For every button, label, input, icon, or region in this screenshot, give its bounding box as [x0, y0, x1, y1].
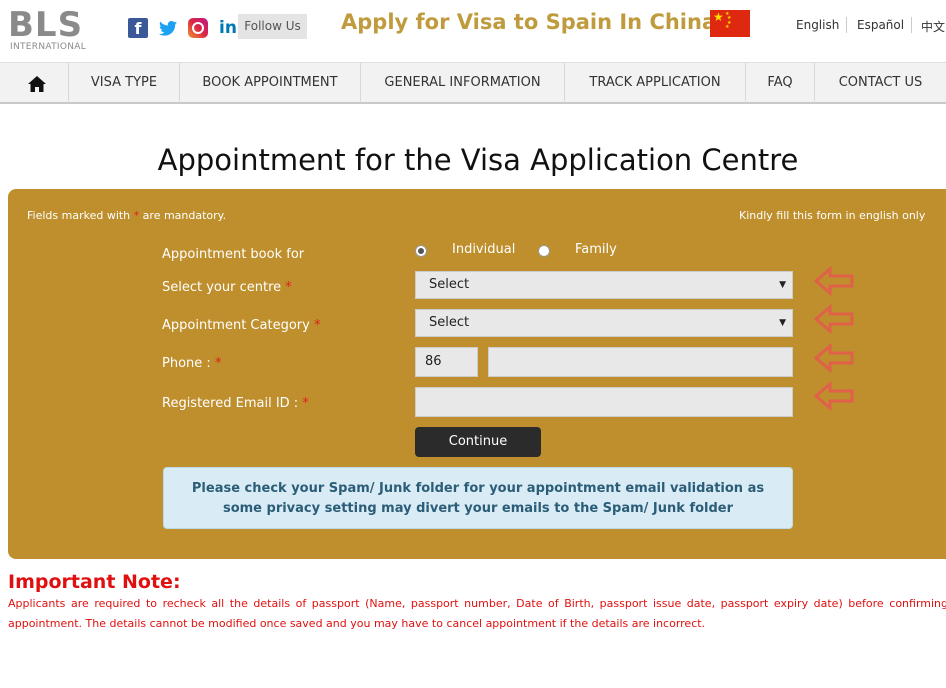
main-nav: VISA TYPE BOOK APPOINTMENT GENERAL INFOR… [0, 62, 946, 104]
lang-espanol[interactable]: Español [857, 18, 904, 32]
appointment-form: Fields marked with * are mandatory. Kind… [8, 189, 946, 559]
twitter-icon[interactable] [158, 18, 178, 38]
english-only-note: Kindly fill this form in english only [739, 209, 926, 222]
spam-info-line: Please check your Spam/ Junk folder for … [191, 481, 765, 496]
important-note-title: Important Note: [8, 571, 181, 593]
page-title: Appointment for the Visa Application Cen… [157, 143, 799, 177]
dropdown-caret-icon: ▼ [779, 280, 786, 290]
radio-family-label[interactable]: Family [575, 242, 617, 257]
email-label: Registered Email ID : * [162, 396, 309, 411]
radio-family[interactable] [538, 245, 550, 257]
email-input[interactable] [415, 387, 793, 417]
phone-number-input[interactable] [488, 347, 793, 377]
nav-general-information[interactable]: GENERAL INFORMATION [361, 63, 565, 103]
continue-button[interactable]: Continue [415, 427, 541, 457]
mandatory-note-text: are mandatory. [142, 209, 227, 222]
lang-chinese[interactable]: 中文 [921, 18, 945, 35]
nav-faq[interactable]: FAQ [746, 63, 815, 103]
left-arrow-icon [814, 304, 854, 334]
required-star: * [133, 209, 140, 222]
left-arrow-icon [814, 343, 854, 373]
nav-contact-us[interactable]: CONTACT US [815, 63, 946, 103]
category-select[interactable]: Select ▼ [415, 309, 793, 337]
phone-label-text: Phone : [162, 356, 211, 371]
china-flag-icon: ★ ★ ★ ★ ★ [710, 10, 750, 37]
phone-code-input[interactable]: 86 [415, 347, 478, 377]
site-title: Apply for Visa to Spain In China [341, 10, 717, 34]
required-star: * [313, 318, 321, 333]
spam-info-line: some privacy setting may divert your ema… [222, 501, 734, 516]
facebook-icon[interactable]: f [128, 18, 148, 38]
top-header: BLS INTERNATIONAL f in Follow Us Apply f… [0, 0, 946, 62]
centre-select-value: Select [429, 277, 470, 292]
phone-label: Phone : * [162, 356, 221, 371]
follow-us-label: Follow Us [238, 14, 307, 39]
instagram-icon[interactable] [188, 18, 208, 38]
left-arrow-icon [814, 381, 854, 411]
home-icon [28, 76, 46, 92]
logo-subtext: INTERNATIONAL [10, 42, 87, 52]
mandatory-note: Fields marked with * are mandatory. [27, 209, 226, 222]
centre-label: Select your centre * [162, 280, 292, 295]
book-for-label: Appointment book for [162, 247, 305, 262]
required-star: * [214, 356, 222, 371]
dropdown-caret-icon: ▼ [779, 318, 786, 328]
radio-individual-label[interactable]: Individual [452, 242, 515, 257]
centre-label-text: Select your centre [162, 280, 282, 295]
left-arrow-icon [814, 266, 854, 296]
nav-home[interactable] [0, 63, 69, 103]
lang-english[interactable]: English [796, 18, 839, 32]
required-star: * [302, 396, 309, 411]
category-select-value: Select [429, 315, 470, 330]
spam-info-alert: Please check your Spam/ Junk folder for … [163, 467, 793, 529]
nav-book-appointment[interactable]: BOOK APPOINTMENT [180, 63, 361, 103]
email-label-text: Registered Email ID : [162, 396, 299, 411]
radio-individual[interactable] [415, 245, 427, 257]
category-label-text: Appointment Category [162, 318, 310, 333]
mandatory-note-text: Fields marked with [27, 209, 131, 222]
logo-text: BLS [8, 5, 84, 45]
required-star: * [285, 280, 292, 295]
lang-divider [911, 17, 912, 33]
important-note-text: Applicants are required to recheck all t… [8, 597, 946, 630]
nav-visa-type[interactable]: VISA TYPE [69, 63, 180, 103]
centre-select[interactable]: Select ▼ [415, 271, 793, 299]
bls-logo[interactable]: BLS INTERNATIONAL [8, 6, 96, 56]
category-label: Appointment Category * [162, 318, 320, 333]
linkedin-icon[interactable]: in [218, 18, 238, 38]
lang-divider [846, 17, 847, 33]
nav-track-application[interactable]: TRACK APPLICATION [565, 63, 746, 103]
